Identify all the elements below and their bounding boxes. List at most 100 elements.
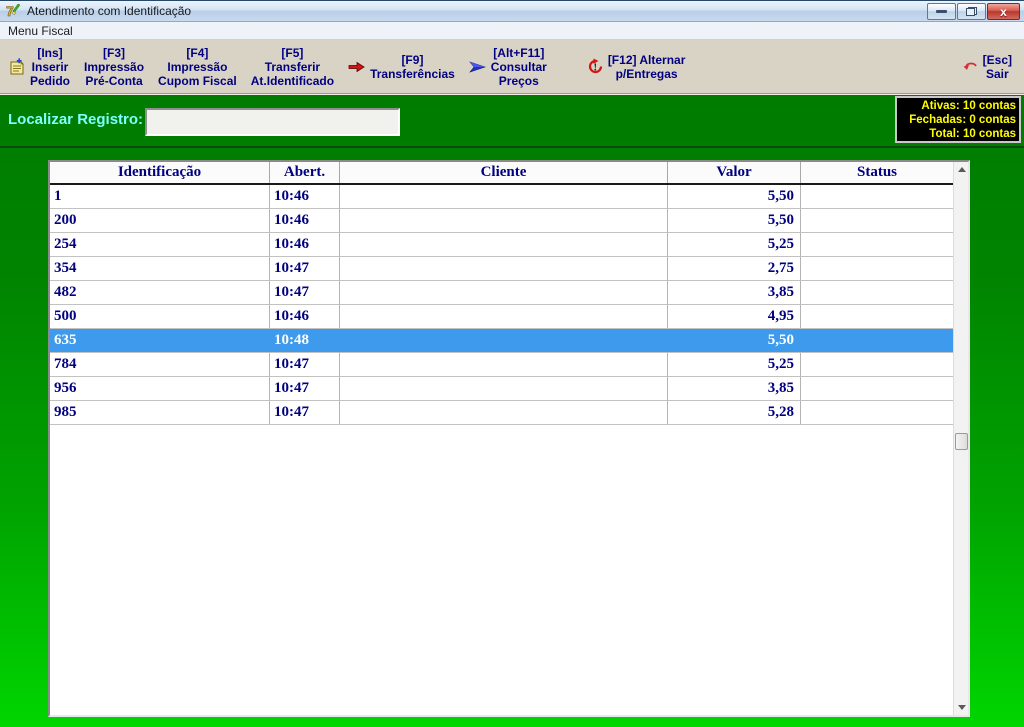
title-bar[interactable]: 7 Atendimento com Identificação x xyxy=(0,0,1024,22)
stat-active-accounts: Ativas: 10 contas xyxy=(897,99,1016,113)
table-row[interactable]: 20010:465,50 xyxy=(50,209,953,233)
table-cell: 10:47 xyxy=(270,401,340,424)
insert-order-button[interactable]: [Ins] Inserir Pedido xyxy=(8,46,70,88)
section-divider xyxy=(0,146,1024,148)
toolbar-label: [Alt+F11] xyxy=(493,46,544,60)
table-row[interactable]: 63510:485,50 xyxy=(50,329,953,353)
table-cell: 3,85 xyxy=(668,281,801,304)
toolbar-label: At.Identificado xyxy=(251,74,334,88)
table-cell: 10:47 xyxy=(270,281,340,304)
table-cell xyxy=(340,377,668,400)
toolbar-label: Cupom Fiscal xyxy=(158,74,237,88)
table-row[interactable]: 110:465,50 xyxy=(50,185,953,209)
table-cell xyxy=(801,257,953,280)
table-cell: 10:46 xyxy=(270,233,340,256)
table-cell: 254 xyxy=(50,233,270,256)
table-cell: 635 xyxy=(50,329,270,352)
table-cell: 784 xyxy=(50,353,270,376)
column-header-abert[interactable]: Abert. xyxy=(270,162,340,183)
toolbar-label: Transferências xyxy=(370,67,455,81)
menu-bar: Menu Fiscal xyxy=(0,22,1024,40)
table-row[interactable]: 50010:46 4,95 xyxy=(50,305,953,329)
refresh-icon: ! xyxy=(587,58,604,75)
close-icon: x xyxy=(1000,6,1007,18)
exit-button[interactable]: [Esc] Sair xyxy=(963,53,1012,81)
minimize-button[interactable] xyxy=(927,3,956,20)
undo-icon xyxy=(963,60,979,73)
table-row[interactable]: 25410:46 5,25 xyxy=(50,233,953,257)
table-cell: 10:47 xyxy=(270,353,340,376)
table-cell xyxy=(340,401,668,424)
toolbar-label: [F9] xyxy=(401,53,423,67)
menu-item-fiscal[interactable]: Menu Fiscal xyxy=(0,24,81,38)
red-arrow-icon xyxy=(348,61,366,73)
table-cell: 482 xyxy=(50,281,270,304)
toolbar-label: Impressão xyxy=(167,60,227,74)
table-cell xyxy=(340,329,668,352)
toolbar-label: Pedido xyxy=(30,74,70,88)
table-cell xyxy=(801,185,953,208)
minimize-icon xyxy=(936,10,947,13)
accounts-stats-panel: Ativas: 10 contas Fechadas: 0 contas Tot… xyxy=(895,96,1021,143)
search-input[interactable] xyxy=(145,108,400,136)
table-cell xyxy=(801,209,953,232)
restore-icon xyxy=(966,7,977,16)
table-cell: 956 xyxy=(50,377,270,400)
close-button[interactable]: x xyxy=(987,3,1020,20)
table-cell: 4,95 xyxy=(668,305,801,328)
vertical-scrollbar[interactable] xyxy=(953,162,968,715)
table-cell: 10:47 xyxy=(270,377,340,400)
scroll-down-button[interactable] xyxy=(954,700,969,715)
table-row[interactable]: 35410:472,75 xyxy=(50,257,953,281)
column-header-identificacao[interactable]: Identificação xyxy=(50,162,270,183)
check-prices-button[interactable]: [Alt+F11] Consultar Preços xyxy=(469,46,547,88)
scroll-up-icon xyxy=(958,167,966,172)
column-header-cliente[interactable]: Cliente xyxy=(340,162,668,183)
table-cell xyxy=(801,305,953,328)
table-cell: 10:46 xyxy=(270,305,340,328)
table-cell xyxy=(801,353,953,376)
table-cell: 200 xyxy=(50,209,270,232)
toggle-deliveries-button[interactable]: ! [F12] Alternar p/Entregas xyxy=(587,53,686,81)
column-header-status[interactable]: Status xyxy=(801,162,953,183)
table-cell: 500 xyxy=(50,305,270,328)
print-fiscal-receipt-button[interactable]: [F4] Impressão Cupom Fiscal xyxy=(158,46,237,88)
toolbar-label: Inserir xyxy=(32,60,69,74)
table-cell xyxy=(340,233,668,256)
transfer-identified-button[interactable]: [F5] Transferir At.Identificado xyxy=(251,46,334,88)
toolbar: [Ins] Inserir Pedido [F3] Impressão Pré-… xyxy=(0,40,1024,95)
scrollbar-thumb[interactable] xyxy=(955,433,968,450)
table-header-row: Identificação Abert. Cliente Valor Statu… xyxy=(50,162,953,185)
table-row[interactable]: 48210:47 3,85 xyxy=(50,281,953,305)
table-cell: 2,75 xyxy=(668,257,801,280)
application-window: 7 Atendimento com Identificação x Menu F… xyxy=(0,0,1024,727)
table-cell xyxy=(801,329,953,352)
table-cell xyxy=(340,209,668,232)
scroll-up-button[interactable] xyxy=(954,162,969,177)
app-icon: 7 xyxy=(5,3,21,19)
table-cell: 5,50 xyxy=(668,329,801,352)
table-cell: 5,50 xyxy=(668,209,801,232)
stat-closed-accounts: Fechadas: 0 contas xyxy=(897,113,1016,127)
table-cell xyxy=(801,377,953,400)
table-row[interactable]: 78410:47 5,25 xyxy=(50,353,953,377)
toolbar-label: [F4] xyxy=(186,46,208,60)
table-cell: 1 xyxy=(50,185,270,208)
table-cell: 5,25 xyxy=(668,233,801,256)
table-cell xyxy=(801,233,953,256)
toolbar-label: [F12] Alternar xyxy=(608,53,686,67)
table-row[interactable]: 98510:475,28 xyxy=(50,401,953,425)
column-header-valor[interactable]: Valor xyxy=(668,162,801,183)
restore-button[interactable] xyxy=(957,3,986,20)
table-cell xyxy=(340,353,668,376)
table-cell: 985 xyxy=(50,401,270,424)
table-cell xyxy=(340,281,668,304)
table-row[interactable]: 95610:47 3,85 xyxy=(50,377,953,401)
table-cell: 3,85 xyxy=(668,377,801,400)
table-cell xyxy=(801,281,953,304)
toolbar-label: Preços xyxy=(499,74,539,88)
scroll-down-icon xyxy=(958,705,966,710)
transfers-button[interactable]: [F9] Transferências xyxy=(348,53,455,81)
table-cell: 5,25 xyxy=(668,353,801,376)
print-precheck-button[interactable]: [F3] Impressão Pré-Conta xyxy=(84,46,144,88)
